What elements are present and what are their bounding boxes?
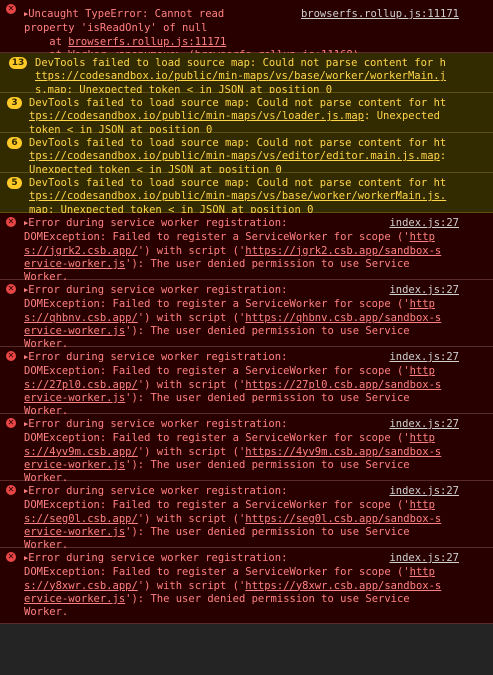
console-error-sw[interactable]: ✕ index.js:27 ▶Error during service work… [0, 347, 493, 417]
source-map-link[interactable]: tps://codesandbox.io/public/min-maps/vs/… [29, 110, 364, 122]
error-icon: ✕ [6, 418, 16, 428]
error-icon: ✕ [6, 552, 16, 562]
scope-link[interactable]: s://4yv9m.csb.app/ [24, 446, 138, 458]
scope-link[interactable]: http [410, 231, 435, 243]
console-panel: ✕ ▶Uncaught TypeError: Cannot read prope… [0, 0, 493, 624]
error-message-line: s://y8xwr.csb.app/') with script ('https… [24, 579, 442, 592]
error-icon: ✕ [6, 485, 16, 495]
error-message-line: s://jgrk2.csb.app/') with script ('https… [24, 244, 442, 257]
expand-triangle-icon[interactable]: ▶ [24, 420, 28, 428]
error-message-line: ervice-worker.js'): The user denied perm… [24, 391, 410, 404]
scope-link[interactable]: s://y8xwr.csb.app/ [24, 580, 138, 592]
warning-message: DevTools failed to load source map: Coul… [29, 97, 447, 109]
stack-frame: at browserfs.rollup.js:11171 [24, 35, 227, 48]
source-map-link[interactable]: tps://codesandbox.io/public/min-maps/vs/… [29, 150, 440, 162]
repeat-count-badge: 5 [7, 177, 22, 189]
repeat-count-badge: 13 [9, 57, 27, 69]
scope-link[interactable]: http [410, 365, 435, 377]
error-message-line: ervice-worker.js'): The user denied perm… [24, 324, 410, 337]
expand-triangle-icon[interactable]: ▶ [24, 219, 28, 227]
console-error-sw[interactable]: ✕ index.js:27 ▶Error during service work… [0, 213, 493, 283]
script-link[interactable]: https://4yv9m.csb.app/sandbox-s [245, 446, 441, 458]
error-message-line: ervice-worker.js'): The user denied perm… [24, 257, 410, 270]
scope-link[interactable]: http [410, 298, 435, 310]
scope-link[interactable]: s://qhbnv.csb.app/ [24, 312, 138, 324]
source-link[interactable]: index.js:27 [389, 284, 459, 297]
source-link[interactable]: index.js:27 [389, 418, 459, 431]
error-message-line: DOMException: Failed to register a Servi… [24, 231, 435, 244]
console-error-sw[interactable]: ✕ index.js:27 ▶Error during service work… [0, 481, 493, 551]
source-link[interactable]: browserfs.rollup.js:11171 [301, 8, 459, 21]
expand-triangle-icon[interactable]: ▶ [24, 10, 28, 18]
script-link[interactable]: https://jgrk2.csb.app/sandbox-s [245, 245, 441, 257]
console-warning[interactable]: 5 DevTools failed to load source map: Co… [0, 173, 493, 216]
error-icon: ✕ [6, 284, 16, 294]
error-message-line: Worker. [24, 606, 69, 619]
script-link[interactable]: ervice-worker.js [24, 526, 125, 538]
scope-link[interactable]: s://jgrk2.csb.app/ [24, 245, 138, 257]
error-message-line: s://qhbnv.csb.app/') with script ('https… [24, 311, 442, 324]
error-message-line: s://seg0l.csb.app/') with script ('https… [24, 512, 442, 525]
expand-triangle-icon[interactable]: ▶ [24, 554, 28, 562]
error-message-line: ervice-worker.js'): The user denied perm… [24, 525, 410, 538]
error-message-line: DOMException: Failed to register a Servi… [24, 365, 435, 378]
console-error-sw[interactable]: ✕ index.js:27 ▶Error during service work… [0, 414, 493, 484]
error-message-line: s://27pl0.csb.app/') with script ('https… [24, 378, 442, 391]
source-map-link[interactable]: tps://codesandbox.io/public/min-maps/vs/… [29, 190, 493, 203]
warning-message: DevTools failed to load source map: Coul… [29, 177, 447, 189]
source-link[interactable]: index.js:27 [389, 485, 459, 498]
script-link[interactable]: ervice-worker.js [24, 593, 125, 605]
scope-link[interactable]: http [410, 432, 435, 444]
error-icon: ✕ [6, 217, 16, 227]
error-icon: ✕ [6, 351, 16, 361]
script-link[interactable]: ervice-worker.js [24, 258, 125, 270]
error-icon: ✕ [6, 4, 16, 14]
source-link[interactable]: index.js:27 [389, 351, 459, 364]
error-message-line: DOMException: Failed to register a Servi… [24, 499, 435, 512]
console-error-uncaught[interactable]: ✕ ▶Uncaught TypeError: Cannot read prope… [0, 0, 493, 61]
script-link[interactable]: https://seg0l.csb.app/sandbox-s [245, 513, 441, 525]
warning-message-line: tps://codesandbox.io/public/min-maps/vs/… [29, 150, 447, 163]
stack-link[interactable]: browserfs.rollup.js:11171 [68, 36, 226, 48]
expand-triangle-icon[interactable]: ▶ [24, 353, 28, 361]
console-warning[interactable]: 13 DevTools failed to load source map: C… [0, 53, 493, 96]
script-link[interactable]: ervice-worker.js [24, 392, 125, 404]
scope-link[interactable]: s://27pl0.csb.app/ [24, 379, 138, 391]
error-message-line: DOMException: Failed to register a Servi… [24, 298, 435, 311]
source-map-link[interactable]: ttps://codesandbox.io/public/min-maps/vs… [35, 70, 493, 83]
scope-link[interactable]: http [410, 566, 435, 578]
warning-message: DevTools failed to load source map: Coul… [35, 57, 446, 69]
error-message-line: property 'isReadOnly' of null [24, 22, 208, 35]
console-warning[interactable]: 3 DevTools failed to load source map: Co… [0, 93, 493, 136]
scope-link[interactable]: s://seg0l.csb.app/ [24, 513, 138, 525]
expand-triangle-icon[interactable]: ▶ [24, 286, 28, 294]
error-message-line: DOMException: Failed to register a Servi… [24, 566, 435, 579]
error-message-line: s://4yv9m.csb.app/') with script ('https… [24, 445, 442, 458]
script-link[interactable]: https://27pl0.csb.app/sandbox-s [245, 379, 441, 391]
source-link[interactable]: index.js:27 [389, 217, 459, 230]
script-link[interactable]: https://qhbnv.csb.app/sandbox-s [245, 312, 441, 324]
error-message-line: DOMException: Failed to register a Servi… [24, 432, 435, 445]
expand-triangle-icon[interactable]: ▶ [24, 487, 28, 495]
error-message-line: ervice-worker.js'): The user denied perm… [24, 458, 410, 471]
source-link[interactable]: index.js:27 [389, 552, 459, 565]
error-message-line: ervice-worker.js'): The user denied perm… [24, 592, 410, 605]
repeat-count-badge: 6 [7, 137, 22, 149]
console-error-sw[interactable]: ✕ index.js:27 ▶Error during service work… [0, 280, 493, 350]
scope-link[interactable]: http [410, 499, 435, 511]
script-link[interactable]: ervice-worker.js [24, 325, 125, 337]
repeat-count-badge: 3 [7, 97, 22, 109]
script-link[interactable]: ervice-worker.js [24, 459, 125, 471]
script-link[interactable]: https://y8xwr.csb.app/sandbox-s [245, 580, 441, 592]
warning-message: DevTools failed to load source map: Coul… [29, 137, 447, 149]
console-warning[interactable]: 6 DevTools failed to load source map: Co… [0, 133, 493, 176]
console-error-sw[interactable]: ✕ index.js:27 ▶Error during service work… [0, 548, 493, 624]
warning-message-line: tps://codesandbox.io/public/min-maps/vs/… [29, 110, 440, 123]
